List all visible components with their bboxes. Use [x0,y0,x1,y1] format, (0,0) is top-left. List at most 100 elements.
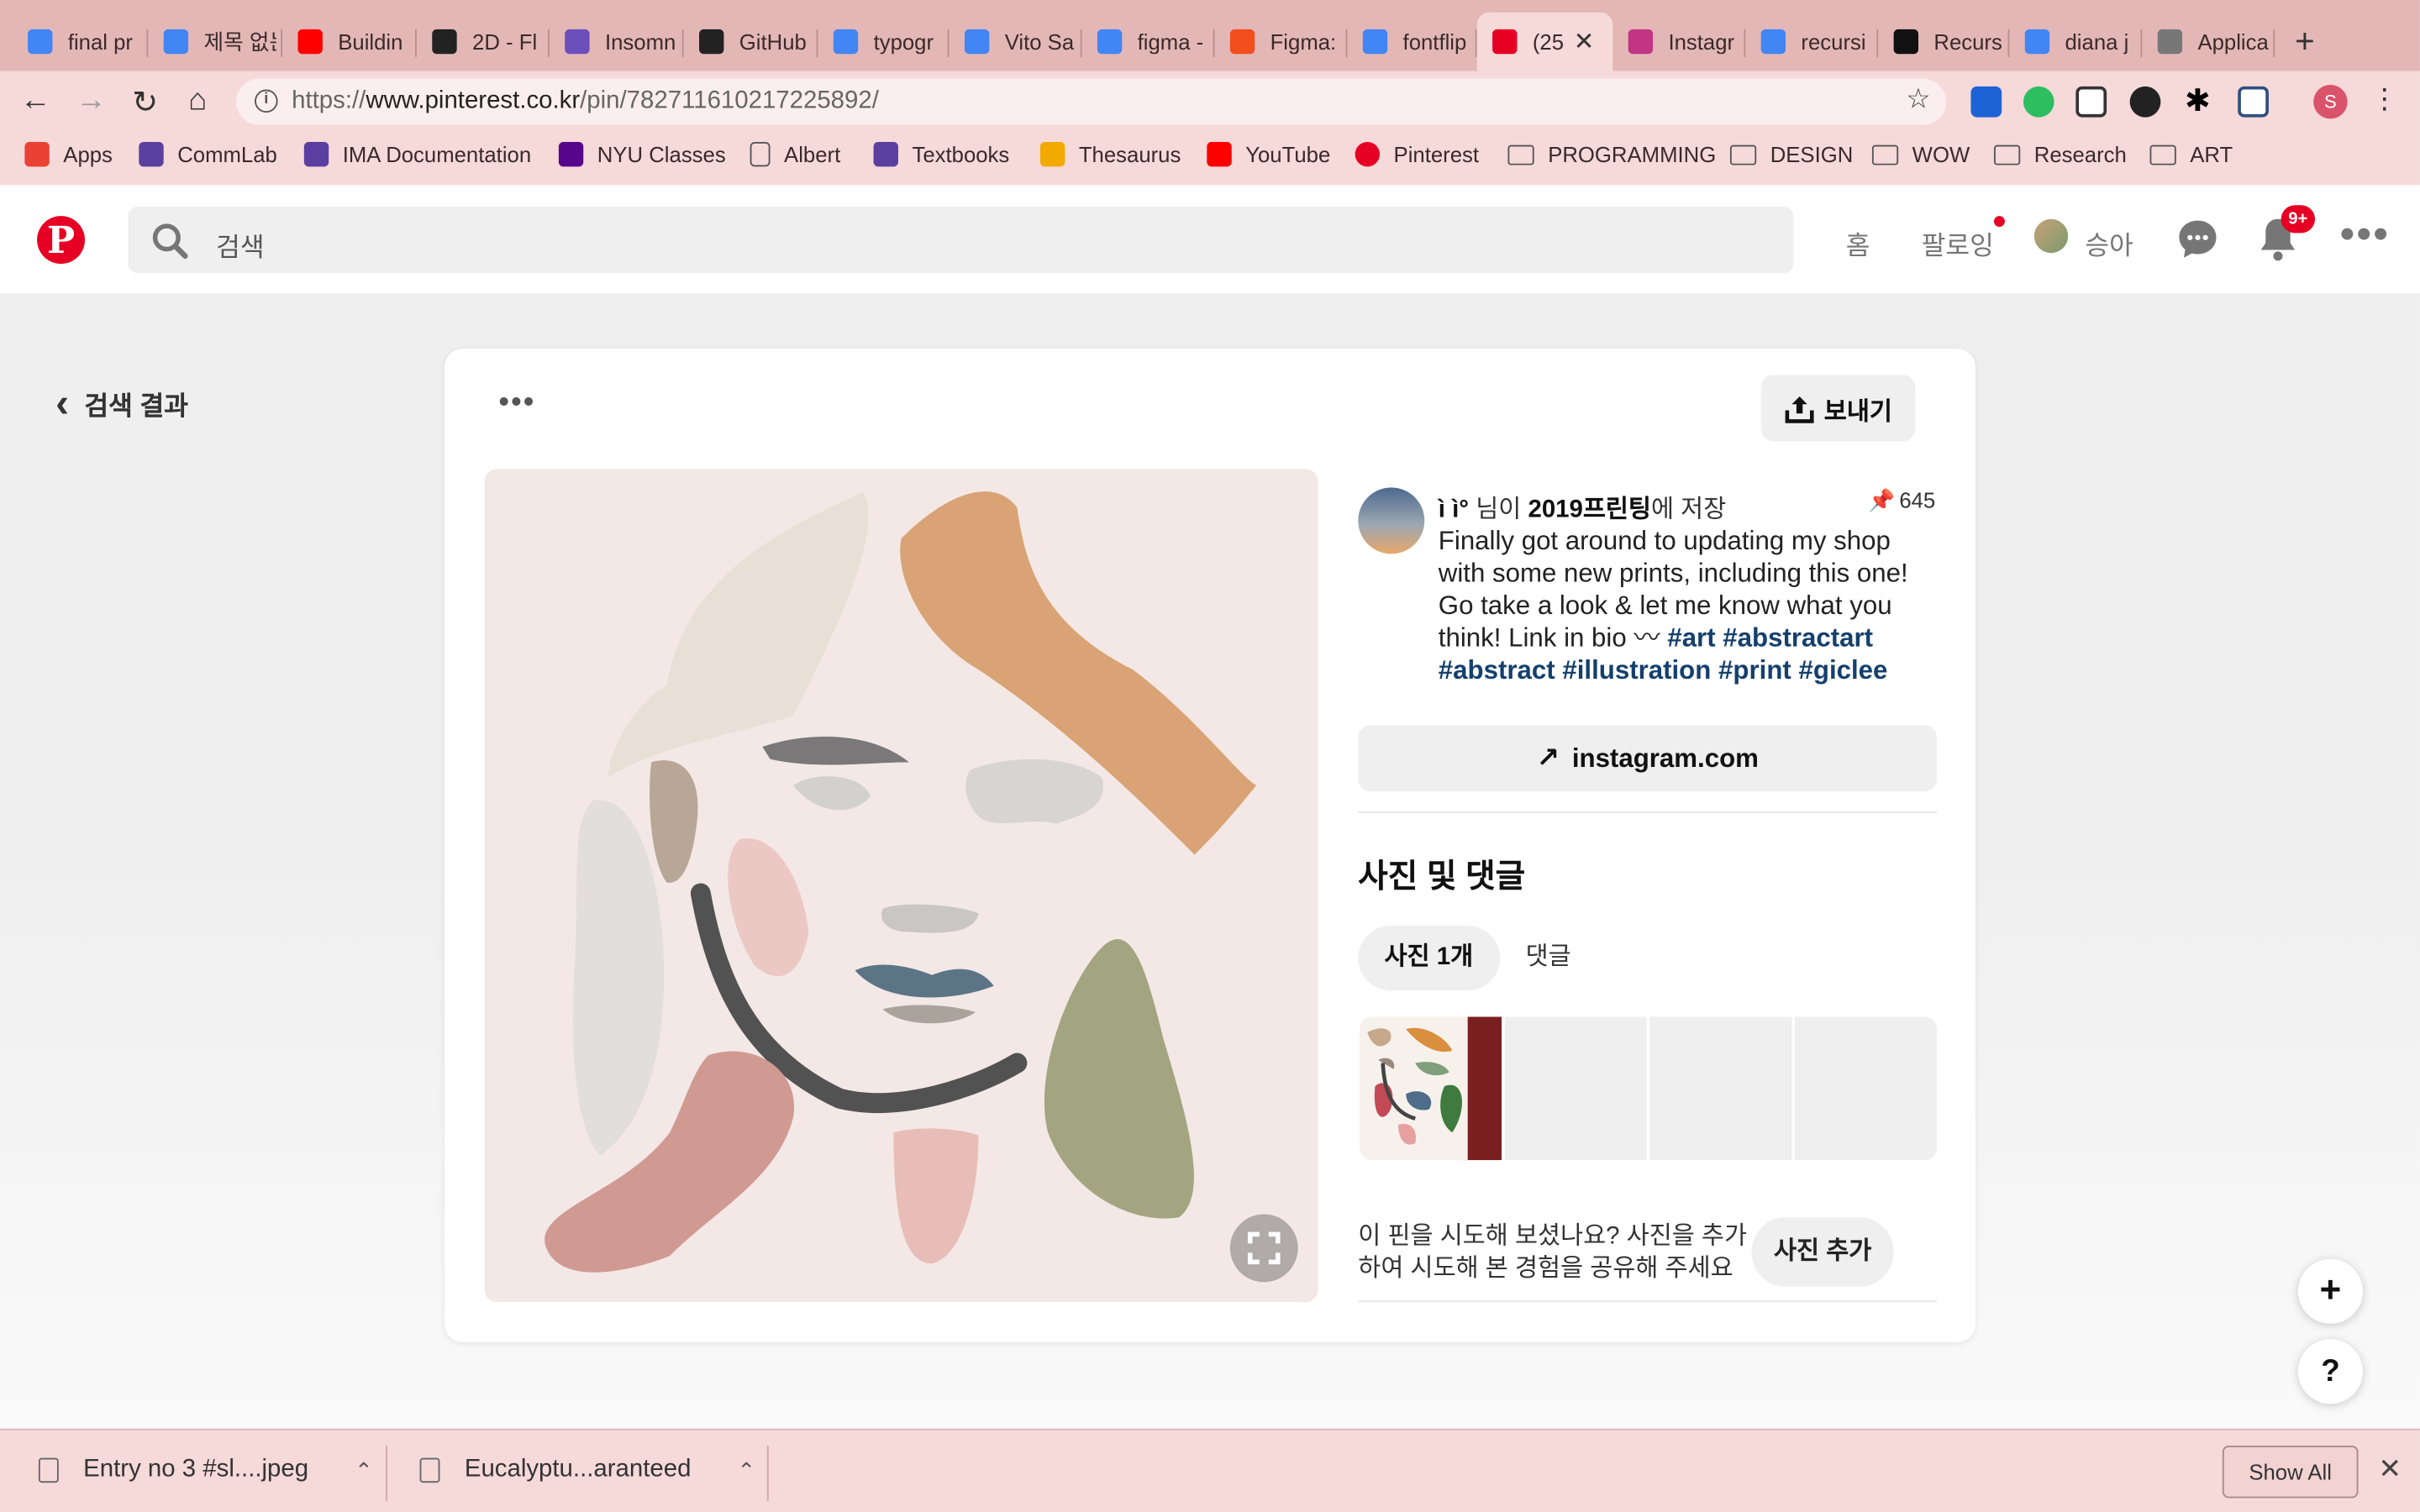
bookmark-item[interactable]: ART [2149,142,2233,166]
bookmark-item[interactable]: IMA Documentation [303,141,531,167]
browser-tab[interactable]: Buildin [282,14,417,70]
nav-following[interactable]: 팔로잉 [1922,223,1994,262]
browser-tab[interactable]: Figma: [1214,14,1348,70]
browser-tab[interactable]: (25 ✕ [1476,12,1613,71]
textbooks-icon [873,141,898,167]
bookmark-item[interactable]: Pinterest [1355,141,1479,167]
bookmark-item[interactable]: Textbooks [873,141,1009,167]
hashtag-link[interactable]: #art [1667,623,1715,653]
bookmark-item[interactable]: CommLab [139,141,277,167]
download-item[interactable]: Eucalyptu...aranteed ⌃ [419,1457,756,1484]
download-item[interactable]: Entry no 3 #sl....jpeg ⌃ [38,1457,373,1484]
browser-tab[interactable]: 2D - Fl [417,14,550,70]
profile-avatar[interactable]: S [2313,85,2348,119]
tab-title: fontflip [1402,29,1467,55]
create-plus-button[interactable]: + [2297,1258,2363,1324]
add-photo-button[interactable]: 사진 추가 [1751,1217,1894,1287]
pin-image[interactable] [484,469,1318,1303]
browser-tab[interactable]: Recurs [1878,14,2010,70]
new-tab-button[interactable]: + [2295,22,2315,62]
pinner-name[interactable]: ì ì° [1439,496,1469,522]
pinterest-logo-icon[interactable]: P [37,216,86,265]
messages-icon[interactable] [2176,218,2219,260]
nyu-icon [558,141,584,167]
bookmark-item[interactable]: Research [1994,142,2127,166]
extension-lens-icon[interactable] [2129,86,2161,118]
bookmark-item[interactable]: Apps [24,141,113,167]
bookmark-label: Albert [784,141,841,167]
browser-tab[interactable]: Applica [2142,14,2275,70]
evernote-icon[interactable] [2023,86,2054,118]
source-link-button[interactable]: ↗ instagram.com [1358,725,1938,792]
ima-icon [303,141,329,167]
extension-asterisk-icon[interactable]: ✱ [2182,87,2213,118]
tab-comments[interactable]: 댓글 [1499,926,1597,990]
more-options-icon[interactable]: ••• [2339,210,2390,260]
board-name[interactable]: 2019프린팅 [1528,496,1651,522]
show-all-downloads-button[interactable]: Show All [2222,1445,2359,1499]
address-bar[interactable]: i https://www.pinterest.co.kr/pin/782711… [236,78,1947,125]
bookmark-item[interactable]: NYU Classes [558,141,726,167]
browser-tab[interactable]: recursi [1745,14,1879,70]
empty-photo-slot [1649,1016,1792,1161]
hashtag-link[interactable]: #illustration [1562,656,1711,685]
pinterest-icon [1355,141,1381,167]
browser-tab[interactable]: 제목 없는 [148,14,283,70]
bookmark-item[interactable]: Albert [750,141,841,167]
browser-tab[interactable]: Vito Sa [950,14,1082,70]
browser-menu-icon[interactable]: ⋮ [2370,83,2398,116]
browser-tab[interactable]: Insomn [550,14,684,70]
tried-photo-thumbnail[interactable] [1360,1016,1502,1161]
url-text: https://www.pinterest.co.kr/pin/78271161… [292,87,879,114]
pin-icon: 📌 [1868,487,1896,512]
hashtag-link[interactable]: #abstractart [1723,623,1873,653]
bookmark-item[interactable]: PROGRAMMING [1507,142,1716,166]
hashtag-link[interactable]: #giclee [1799,656,1888,685]
hashtag-link[interactable]: #abstract [1439,656,1555,685]
chevron-up-icon[interactable]: ⌃ [738,1457,756,1483]
close-tab-icon[interactable]: ✕ [1574,26,1595,57]
bookmark-label: YouTube [1245,141,1331,167]
google-icon [833,29,859,55]
tab-photos[interactable]: 사진 1개 [1358,926,1500,991]
user-avatar[interactable] [2033,218,2069,254]
browser-tab[interactable]: figma - [1082,14,1215,70]
extension-p-icon[interactable] [1970,86,2002,118]
pinterest-icon [1492,29,1518,55]
tried-photos-grid [1360,1016,1938,1161]
send-button[interactable]: 보내기 [1760,375,1916,442]
browser-tab[interactable]: Instagr [1612,14,1746,70]
browser-tab[interactable]: fontflip [1347,14,1477,70]
back-arrow-icon[interactable]: ← [17,83,54,118]
site-info-icon[interactable]: i [255,89,278,113]
pinner-avatar[interactable] [1358,487,1425,554]
nav-user-name[interactable]: 승아 [2085,223,2133,262]
close-icon[interactable]: ✕ [2378,1453,2402,1486]
divider [1358,1300,1938,1303]
reload-icon[interactable]: ↻ [127,83,164,122]
extension-upload-icon[interactable] [2238,86,2269,118]
chevron-up-icon[interactable]: ⌃ [355,1457,373,1483]
search-input[interactable]: 검색 [128,207,1794,274]
bookmark-star-icon[interactable]: ☆ [1906,83,1931,116]
home-icon[interactable]: ⌂ [179,83,216,118]
browser-tab[interactable]: GitHub [684,14,818,70]
bookmark-item[interactable]: YouTube [1207,141,1331,167]
pin-options-icon[interactable]: ••• [498,386,535,421]
hashtag-link[interactable]: #print [1718,656,1791,685]
bookmark-item[interactable]: DESIGN [1729,142,1853,166]
browser-tab-bar: final pr 제목 없는 Buildin 2D - Fl Insomn GitHub t… [0,0,2420,71]
browser-tab[interactable]: final pr [13,14,149,70]
forward-arrow-icon[interactable]: → [72,83,109,118]
bookmark-label: NYU Classes [597,141,726,167]
browser-tab[interactable]: diana j [2009,14,2143,70]
bookmark-item[interactable]: WOW [1871,142,1970,166]
extension-n-icon[interactable] [2075,86,2107,118]
expand-image-button[interactable] [1229,1214,1298,1283]
bookmark-item[interactable]: Thesaurus [1039,141,1181,167]
nav-home[interactable]: 홈 [1846,223,1870,262]
browser-tab[interactable]: typogr [818,14,950,70]
help-button[interactable]: ? [2297,1339,2363,1404]
back-to-results-button[interactable]: ‹ 검색 결과 [55,380,188,428]
bookmark-label: Research [2033,141,2127,167]
